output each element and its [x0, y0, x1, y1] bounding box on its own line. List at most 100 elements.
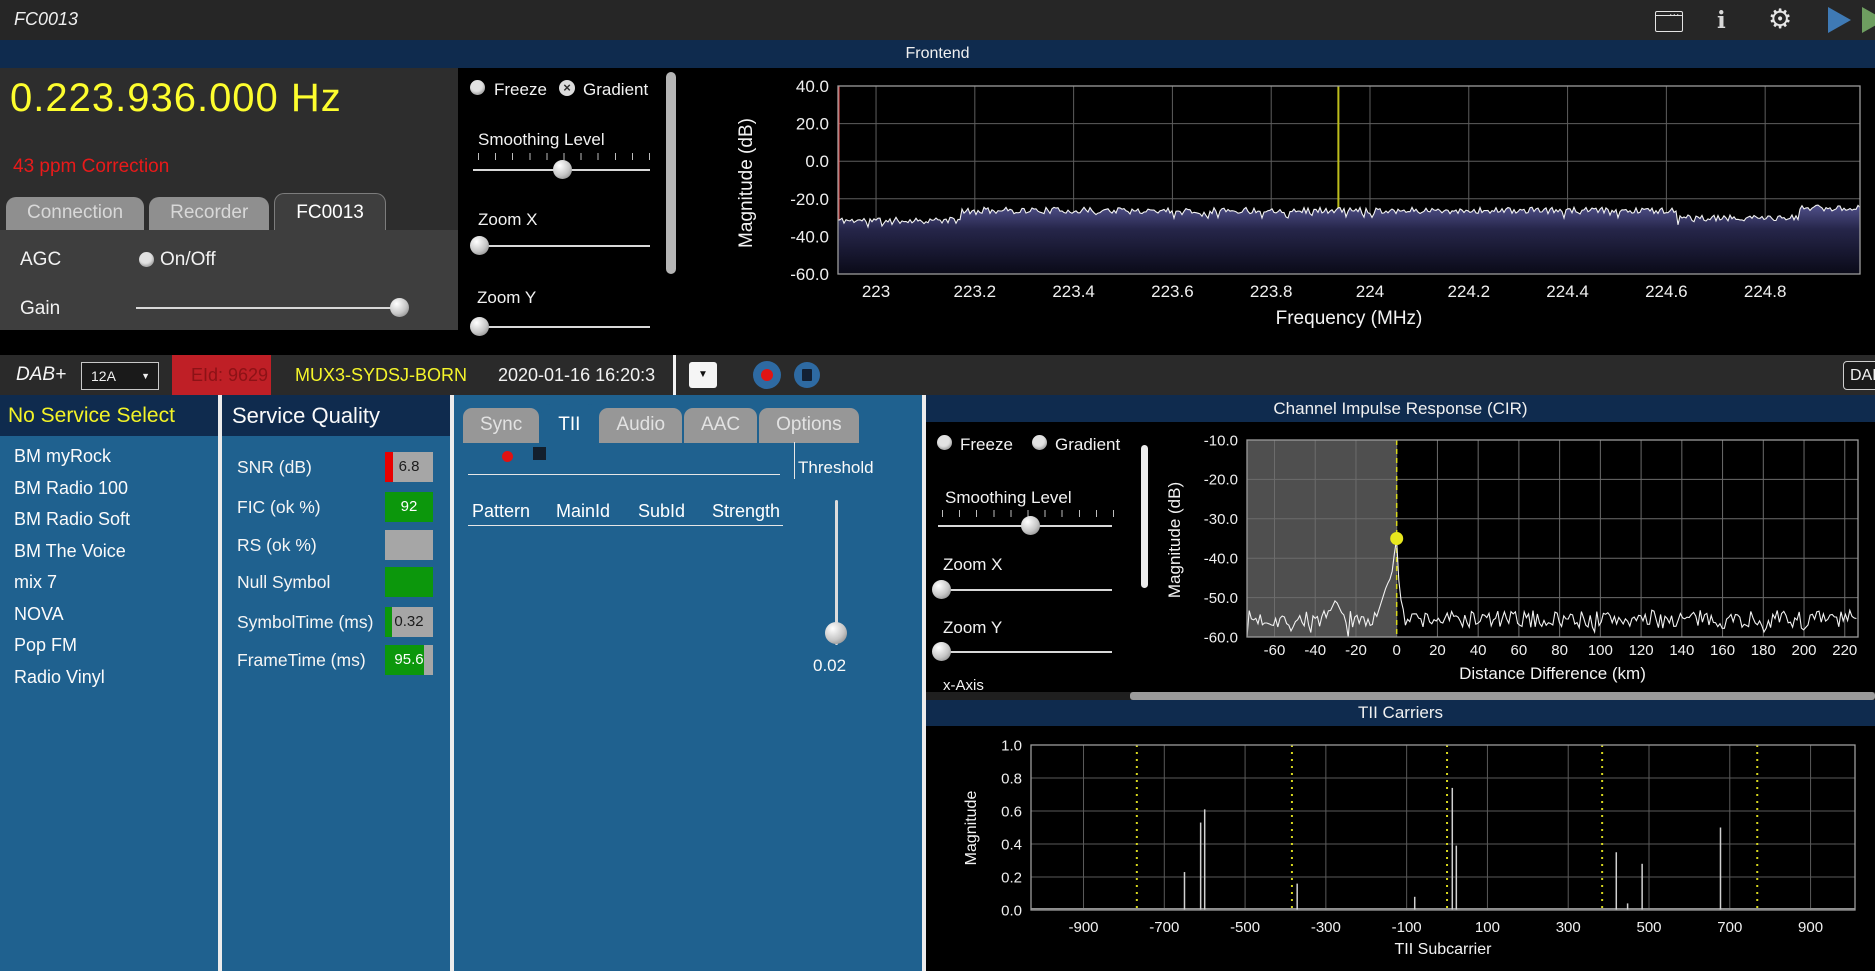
- channel-dropdown-value: 12A: [82, 368, 116, 384]
- cir-freeze-toggle[interactable]: [937, 435, 952, 450]
- agc-toggle-label: On/Off: [160, 249, 216, 271]
- cir-gradient-toggle[interactable]: [1032, 435, 1047, 450]
- quality-label: RS (ok %): [237, 535, 317, 556]
- frontend-tab-recorder[interactable]: Recorder: [149, 197, 269, 230]
- svg-text:-30.0: -30.0: [1204, 511, 1238, 528]
- svg-text:60: 60: [1511, 642, 1528, 659]
- gradient-toggle-checked[interactable]: ×: [559, 80, 575, 96]
- cir-controls-scrollbar[interactable]: [1141, 445, 1148, 588]
- svg-text:0.8: 0.8: [1001, 770, 1022, 787]
- quality-label: FrameTime (ms): [237, 650, 366, 671]
- svg-text:40.0: 40.0: [796, 77, 829, 96]
- record-dot-icon: [761, 369, 773, 381]
- service-list-item[interactable]: NOVA: [0, 599, 218, 631]
- threshold-label: Threshold: [798, 458, 874, 478]
- svg-text:TII Subcarrier: TII Subcarrier: [1395, 941, 1493, 958]
- svg-text:-700: -700: [1149, 919, 1179, 936]
- settings-gear-icon[interactable]: ⚙: [1768, 6, 1792, 33]
- gain-slider-thumb[interactable]: [390, 298, 409, 317]
- cir-x-scrollbar-track[interactable]: [926, 692, 1875, 700]
- cir-smoothing-slider-thumb[interactable]: [1021, 516, 1040, 535]
- frontend-chart-controls: Freeze × Gradient Smoothing Level Zoom X…: [458, 68, 690, 355]
- record-button[interactable]: [753, 361, 781, 389]
- quality-label: SymbolTime (ms): [237, 612, 373, 633]
- zoom-x-label: Zoom X: [478, 210, 538, 230]
- frontend-tab-connection[interactable]: Connection: [6, 197, 144, 230]
- svg-text:300: 300: [1556, 919, 1581, 936]
- svg-text:224.6: 224.6: [1645, 282, 1688, 301]
- cir-chart: -60-40-20020406080100120140160180200220-…: [1150, 428, 1875, 692]
- dab-badge-label: DAB: [1850, 367, 1875, 384]
- cir-zoom-x-slider-thumb[interactable]: [932, 580, 951, 599]
- quality-value: [385, 567, 433, 597]
- info-icon[interactable]: i: [1717, 7, 1726, 34]
- dab-badge-button[interactable]: DAB: [1843, 361, 1875, 390]
- quality-row: FIC (ok %)92: [222, 492, 450, 522]
- svg-text:0.0: 0.0: [805, 152, 829, 171]
- zoom-x-slider-track[interactable]: [473, 245, 650, 247]
- cir-zoom-y-slider-thumb[interactable]: [932, 642, 951, 661]
- record-options-dropdown[interactable]: ▼: [689, 362, 717, 388]
- svg-text:-10.0: -10.0: [1204, 432, 1238, 449]
- column-header-strength: Strength: [712, 501, 780, 522]
- svg-text:-20: -20: [1345, 642, 1367, 659]
- service-list-item[interactable]: BM myRock: [0, 441, 218, 473]
- service-list-item[interactable]: mix 7: [0, 567, 218, 599]
- tii-legend-square-icon: [533, 447, 546, 460]
- quality-value: 92: [385, 492, 433, 522]
- decoder-tab-aac[interactable]: AAC: [684, 408, 757, 443]
- quality-value: 95.6: [385, 645, 433, 675]
- service-list-item[interactable]: Radio Vinyl: [0, 662, 218, 694]
- service-list-item[interactable]: BM The Voice: [0, 536, 218, 568]
- gradient-label: Gradient: [583, 80, 648, 100]
- svg-text:-40.0: -40.0: [790, 227, 829, 246]
- play-button[interactable]: [1828, 7, 1851, 33]
- multiplex-name-label: MUX3-SYDSJ-BORN: [295, 365, 467, 386]
- gain-slider-track[interactable]: [136, 307, 405, 309]
- cir-x-scrollbar-thumb[interactable]: [1130, 692, 1875, 700]
- zoom-y-slider-thumb[interactable]: [470, 317, 489, 336]
- zoom-y-slider-track[interactable]: [473, 326, 650, 328]
- svg-text:-100: -100: [1392, 919, 1422, 936]
- svg-text:20.0: 20.0: [796, 115, 829, 134]
- cir-freeze-label: Freeze: [960, 435, 1013, 455]
- svg-text:-20.0: -20.0: [1204, 472, 1238, 489]
- quality-row: FrameTime (ms) 95.6: [222, 645, 450, 675]
- stop-button[interactable]: [794, 362, 820, 388]
- quality-bar: 95.6: [385, 645, 433, 675]
- frontend-tab-fc0013[interactable]: FC0013: [274, 193, 386, 230]
- window-layout-icon[interactable]: ...: [1655, 11, 1683, 32]
- quality-bar: [385, 567, 433, 597]
- service-list-header: No Service Select: [0, 395, 218, 436]
- decoder-tab-audio[interactable]: Audio: [599, 408, 682, 443]
- svg-text:-50.0: -50.0: [1204, 590, 1238, 607]
- gain-label: Gain: [20, 298, 60, 320]
- ensemble-id-label: EId: 9629: [191, 365, 268, 386]
- decoder-tab-tii[interactable]: TII: [541, 404, 597, 443]
- window-icon-dots: ...: [1669, 7, 1680, 17]
- service-list-item[interactable]: Pop FM: [0, 630, 218, 662]
- agc-toggle[interactable]: [139, 252, 154, 267]
- quality-value: 0.32: [385, 607, 433, 637]
- cir-zoom-y-slider-track[interactable]: [938, 651, 1112, 653]
- smoothing-slider-thumb[interactable]: [553, 160, 572, 179]
- threshold-slider-thumb[interactable]: [825, 622, 847, 644]
- cir-zoom-x-slider-track[interactable]: [938, 589, 1112, 591]
- frontend-band-title: Frontend: [0, 40, 1875, 68]
- svg-text:-20.0: -20.0: [790, 190, 829, 209]
- decoder-tab-sync[interactable]: Sync: [463, 408, 539, 443]
- service-list-item[interactable]: BM Radio Soft: [0, 504, 218, 536]
- decoder-tab-options[interactable]: Options: [759, 408, 858, 443]
- svg-text:Magnitude (dB): Magnitude (dB): [1165, 482, 1184, 598]
- svg-text:224.8: 224.8: [1744, 282, 1787, 301]
- svg-text:180: 180: [1751, 642, 1776, 659]
- zoom-x-slider-thumb[interactable]: [470, 236, 489, 255]
- quality-row: RS (ok %): [222, 530, 450, 560]
- datetime-label: 2020-01-16 16:20:3: [498, 365, 672, 386]
- freeze-toggle[interactable]: [470, 80, 485, 95]
- channel-dropdown[interactable]: 12A ▼: [81, 362, 159, 390]
- svg-text:0: 0: [1393, 642, 1401, 659]
- play-button-secondary[interactable]: [1862, 7, 1875, 33]
- service-list-item[interactable]: BM Radio 100: [0, 473, 218, 505]
- frontend-controls-scrollbar[interactable]: [666, 72, 676, 274]
